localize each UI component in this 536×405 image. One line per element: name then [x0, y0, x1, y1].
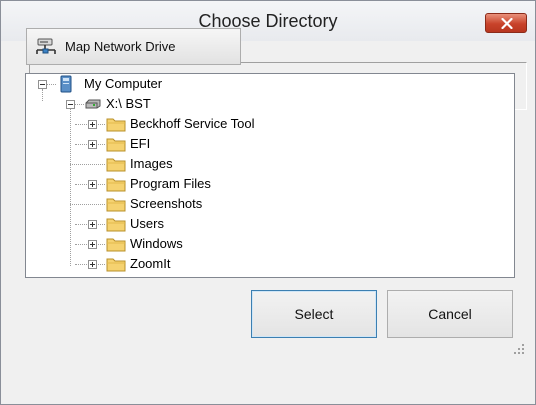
folder-icon [106, 158, 126, 172]
folder-icon [106, 238, 126, 252]
resize-grip-icon[interactable] [513, 343, 525, 355]
drive-icon [85, 99, 101, 109]
expand-toggle-folder[interactable] [88, 140, 97, 149]
expand-toggle-folder[interactable] [88, 240, 97, 249]
folder-icon [106, 178, 126, 192]
tree-line [47, 84, 56, 85]
folder-icon [106, 258, 126, 272]
expand-toggle-folder[interactable] [88, 180, 97, 189]
tree-line [42, 89, 43, 101]
tree-line [70, 164, 105, 165]
cancel-button[interactable]: Cancel [387, 290, 513, 338]
select-button[interactable]: Select [251, 290, 377, 338]
directory-tree[interactable]: My Computer X:\ BST Beckhoff Service Too… [25, 73, 515, 278]
computer-icon [60, 75, 72, 93]
collapse-toggle-my-computer[interactable] [38, 80, 47, 89]
map-network-drive-button[interactable]: Map Network Drive [26, 28, 241, 65]
folder-icon [106, 218, 126, 232]
folder-icon [106, 118, 126, 132]
expand-toggle-folder[interactable] [88, 260, 97, 269]
close-button[interactable] [485, 13, 527, 33]
tree-line [70, 204, 105, 205]
network-drive-icon [36, 38, 56, 54]
map-network-drive-label: Map Network Drive [65, 39, 176, 54]
folder-icon [106, 198, 126, 212]
tree-line [75, 104, 84, 105]
close-icon [501, 18, 513, 29]
choose-directory-dialog: Choose Directory Map Network Drive My Co… [0, 0, 536, 405]
tree-line [70, 109, 71, 266]
expand-toggle-folder[interactable] [88, 120, 97, 129]
expand-toggle-folder[interactable] [88, 220, 97, 229]
folder-icon [106, 138, 126, 152]
collapse-toggle-drive[interactable] [66, 100, 75, 109]
